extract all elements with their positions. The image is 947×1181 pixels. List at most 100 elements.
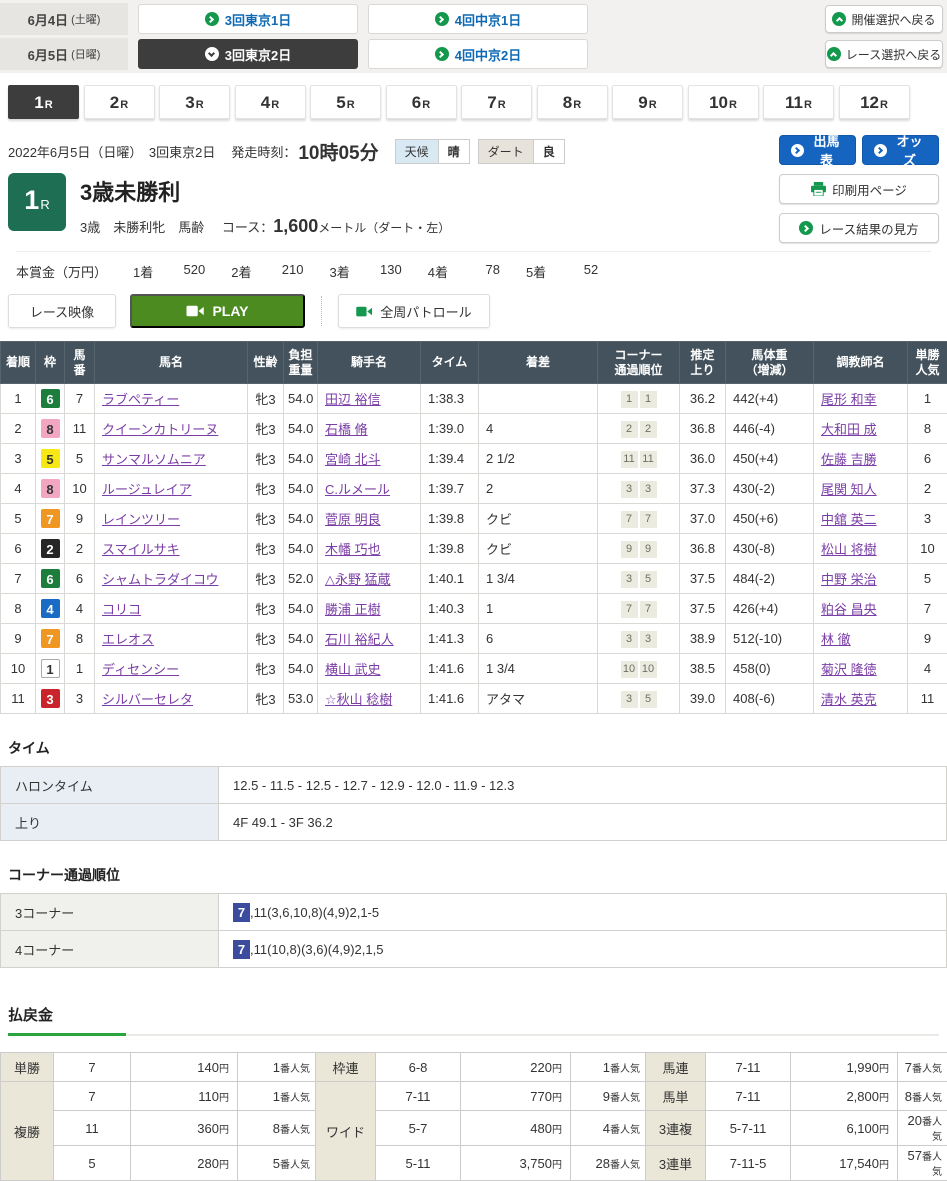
race-number: 1 [24, 185, 39, 216]
win-popularity: 4 [908, 654, 947, 684]
trainer-link[interactable]: 尾関 知人 [821, 482, 877, 497]
race-tab-8r[interactable]: 8R [537, 85, 608, 119]
jockey-link[interactable]: 菅原 明良 [325, 512, 381, 527]
race-tab-9r[interactable]: 9R [612, 85, 683, 119]
race-tab-12r[interactable]: 12R [839, 85, 910, 119]
horse-number: 8 [65, 624, 95, 654]
trainer-link[interactable]: 佐藤 吉勝 [821, 452, 877, 467]
payout-combination: 5 [54, 1146, 131, 1181]
table-row: 単勝7140円1番人気枠連6-8220円1番人気馬連7-111,990円7番人気 [1, 1053, 947, 1082]
payout-combination: 6-8 [376, 1053, 461, 1082]
frame-cell: 1 [36, 654, 65, 684]
horse-name-link[interactable]: シルバーセレタ [102, 692, 193, 707]
race-tab-5r[interactable]: 5R [310, 85, 381, 119]
race-tab-11r[interactable]: 11R [763, 85, 834, 119]
column-header: 性齢 [248, 342, 284, 384]
horse-name-link[interactable]: シャムトラダイコウ [102, 572, 218, 587]
jockey-link[interactable]: 勝浦 正樹 [325, 602, 381, 617]
table-row: 11360円8番人気5-7480円4番人気3連複5-7-116,100円20番人… [1, 1111, 947, 1146]
back-to-meeting-button[interactable]: 開催選択へ戻る [825, 5, 943, 33]
race-tab-7r[interactable]: 7R [461, 85, 532, 119]
horse-name-link[interactable]: ルージュレイア [102, 482, 192, 497]
entries-button[interactable]: 出馬表 [779, 135, 856, 165]
venue-button[interactable]: 3回東京2日 [138, 39, 358, 69]
race-tab-10r[interactable]: 10R [688, 85, 759, 119]
trainer-cell: 尾関 知人 [814, 474, 908, 504]
odds-button[interactable]: オッズ [862, 135, 939, 165]
leader-number: 7 [233, 903, 250, 922]
trainer-link[interactable]: 松山 将樹 [821, 542, 877, 557]
race-tab-1r[interactable]: 1R [8, 85, 79, 119]
trainer-link[interactable]: 大和田 成 [821, 422, 877, 437]
win-popularity: 2 [908, 474, 947, 504]
jockey-link[interactable]: 宮崎 北斗 [325, 452, 381, 467]
prize-pair: 2着210 [231, 262, 303, 281]
race-tab-2r[interactable]: 2R [84, 85, 155, 119]
table-row: 622スマイルサキ牝354.0木幡 巧也1:39.8クビ9936.8430(-8… [1, 534, 947, 564]
horse-name-link[interactable]: レインツリー [102, 512, 180, 527]
play-button[interactable]: PLAY [130, 294, 305, 328]
frame-cell: 3 [36, 684, 65, 714]
jockey-link[interactable]: C.ルメール [325, 482, 390, 497]
corner-order-cell: 35 [598, 564, 680, 594]
print-page-button[interactable]: 印刷用ページ [779, 174, 939, 204]
jockey-link[interactable]: △永野 猛蔵 [325, 572, 391, 587]
horse-name-cell: コリコ [95, 594, 248, 624]
horse-name-link[interactable]: エレオス [102, 632, 154, 647]
trainer-link[interactable]: 菊沢 隆徳 [821, 662, 877, 677]
venue-button[interactable]: 4回中京2日 [368, 39, 588, 69]
jockey-link[interactable]: 木幡 巧也 [325, 542, 381, 557]
corner-position: 11 [640, 451, 657, 468]
race-tab-3r[interactable]: 3R [159, 85, 230, 119]
venue-button[interactable]: 3回東京1日 [138, 4, 358, 34]
horse-name-cell: サンマルソムニア [95, 444, 248, 474]
payout-amount: 280円 [131, 1146, 238, 1181]
carried-weight: 54.0 [284, 384, 318, 414]
race-tab-4r[interactable]: 4R [235, 85, 306, 119]
jockey-link[interactable]: 田辺 裕信 [325, 392, 381, 407]
finish-position: 6 [1, 534, 36, 564]
horse-number: 10 [65, 474, 95, 504]
corner-position: 3 [621, 571, 638, 588]
sex-age: 牝3 [248, 564, 284, 594]
race-result-guide-button[interactable]: レース結果の見方 [779, 213, 939, 243]
trainer-link[interactable]: 粕谷 昌央 [821, 602, 877, 617]
track-condition-badge: ダート 良 [478, 139, 565, 164]
nav-row: 6月4日(土曜)3回東京1日4回中京1日開催選択へ戻る [0, 3, 947, 35]
jockey-link[interactable]: 石橋 脩 [325, 422, 368, 437]
horse-name-link[interactable]: コリコ [102, 602, 141, 617]
finish-position: 8 [1, 594, 36, 624]
horse-name-cell: クイーンカトリーヌ [95, 414, 248, 444]
trainer-link[interactable]: 尾形 和幸 [821, 392, 877, 407]
bet-type-label: 馬連 [646, 1053, 706, 1082]
race-tab-6r[interactable]: 6R [386, 85, 457, 119]
patrol-video-button[interactable]: 全周パトロール [338, 294, 490, 328]
venue-button[interactable]: 4回中京1日 [368, 4, 588, 34]
jockey-link[interactable]: 横山 武史 [325, 662, 381, 677]
jockey-cell: 横山 武史 [318, 654, 421, 684]
jockey-cell: 田辺 裕信 [318, 384, 421, 414]
horse-number: 6 [65, 564, 95, 594]
trainer-link[interactable]: 中野 栄治 [821, 572, 877, 587]
back-to-race-select-button[interactable]: レース選択へ戻る [825, 40, 943, 68]
horse-name-link[interactable]: スマイルサキ [102, 542, 180, 557]
popularity-unit: 番人気 [610, 1093, 640, 1104]
trainer-link[interactable]: 清水 英克 [821, 692, 877, 707]
carried-weight: 53.0 [284, 684, 318, 714]
tab-number: 6 [412, 93, 421, 113]
jockey-link[interactable]: ☆秋山 稔樹 [325, 692, 392, 707]
horse-name-link[interactable]: ラブペティー [102, 392, 179, 407]
tab-number: 10 [709, 93, 728, 113]
table-row: 579レインツリー牝354.0菅原 明良1:39.8クビ7737.0450(+6… [1, 504, 947, 534]
jockey-link[interactable]: 石川 裕紀人 [325, 632, 394, 647]
horse-name-link[interactable]: クイーンカトリーヌ [102, 422, 218, 437]
weather-badge: 天候 晴 [395, 139, 470, 164]
corner-position: 2 [640, 421, 657, 438]
trainer-link[interactable]: 林 徹 [821, 632, 851, 647]
back-label: 開催選択へ戻る [851, 11, 935, 28]
horse-number: 4 [65, 594, 95, 624]
horse-name-link[interactable]: サンマルソムニア [102, 452, 206, 467]
trainer-link[interactable]: 中舘 英二 [821, 512, 877, 527]
chevron-circle-icon [205, 47, 219, 61]
horse-name-link[interactable]: ディセンシー [102, 662, 179, 677]
